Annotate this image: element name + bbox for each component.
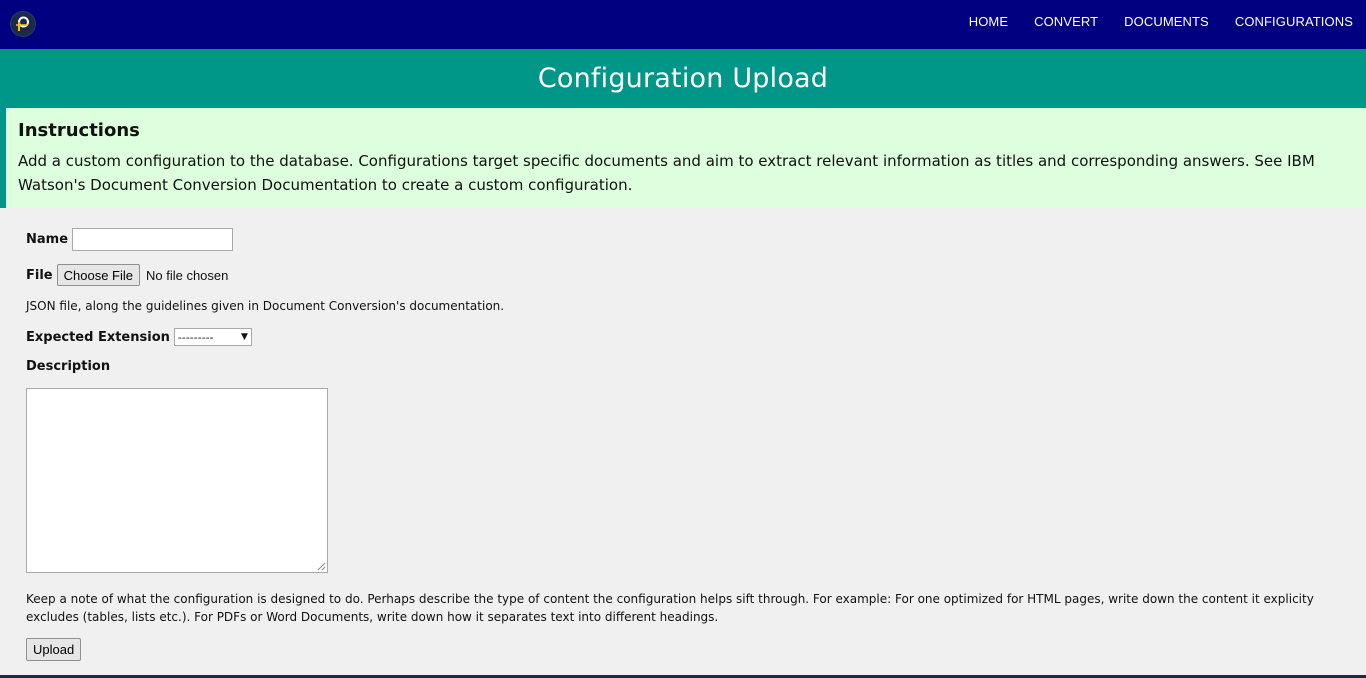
nav-menu: HOME CONVERT DOCUMENTS CONFIGURATIONS bbox=[943, 0, 1353, 42]
instructions-text: Add a custom configuration to the databa… bbox=[18, 152, 1315, 194]
expected-extension-label: Expected Extension bbox=[26, 329, 170, 345]
nav-documents-link[interactable]: DOCUMENTS bbox=[1124, 14, 1209, 29]
file-status-text: No file chosen bbox=[145, 267, 229, 283]
file-label: File bbox=[26, 267, 53, 283]
name-label: Name bbox=[26, 232, 69, 247]
instructions-panel: Instructions Add a custom configuration … bbox=[0, 108, 1366, 208]
description-textarea[interactable] bbox=[26, 388, 328, 573]
extension-row: Expected Extension --------- ▼ bbox=[26, 328, 252, 346]
expected-extension-value: --------- bbox=[177, 330, 214, 344]
nav-convert-link[interactable]: CONVERT bbox=[1034, 14, 1098, 29]
page-title: Configuration Upload bbox=[537, 63, 829, 94]
dropdown-arrow-icon: ▼ bbox=[240, 332, 248, 342]
file-row: File Choose File No file chosen bbox=[26, 264, 228, 286]
description-help-text: Keep a note of what the configuration is… bbox=[26, 592, 1314, 624]
upload-button[interactable]: Upload bbox=[26, 638, 82, 661]
description-label: Description bbox=[26, 359, 111, 374]
instructions-heading: Instructions bbox=[18, 120, 140, 141]
nav-home-link[interactable]: HOME bbox=[969, 14, 1008, 29]
choose-file-button[interactable]: Choose File bbox=[56, 264, 140, 286]
resize-handle-icon[interactable] bbox=[317, 562, 326, 571]
nav-configurations-link[interactable]: CONFIGURATIONS bbox=[1235, 14, 1353, 29]
description-label-row: Description bbox=[26, 359, 114, 374]
expected-extension-select[interactable]: --------- ▼ bbox=[173, 328, 252, 346]
p-logo-icon[interactable] bbox=[11, 12, 35, 36]
top-navigation-bar: HOME CONVERT DOCUMENTS CONFIGURATIONS bbox=[0, 0, 1366, 49]
name-row: Name bbox=[26, 228, 234, 251]
page-header: Configuration Upload bbox=[0, 49, 1366, 108]
name-input[interactable] bbox=[72, 228, 234, 251]
file-help-text: JSON file, along the guidelines given in… bbox=[26, 299, 505, 313]
